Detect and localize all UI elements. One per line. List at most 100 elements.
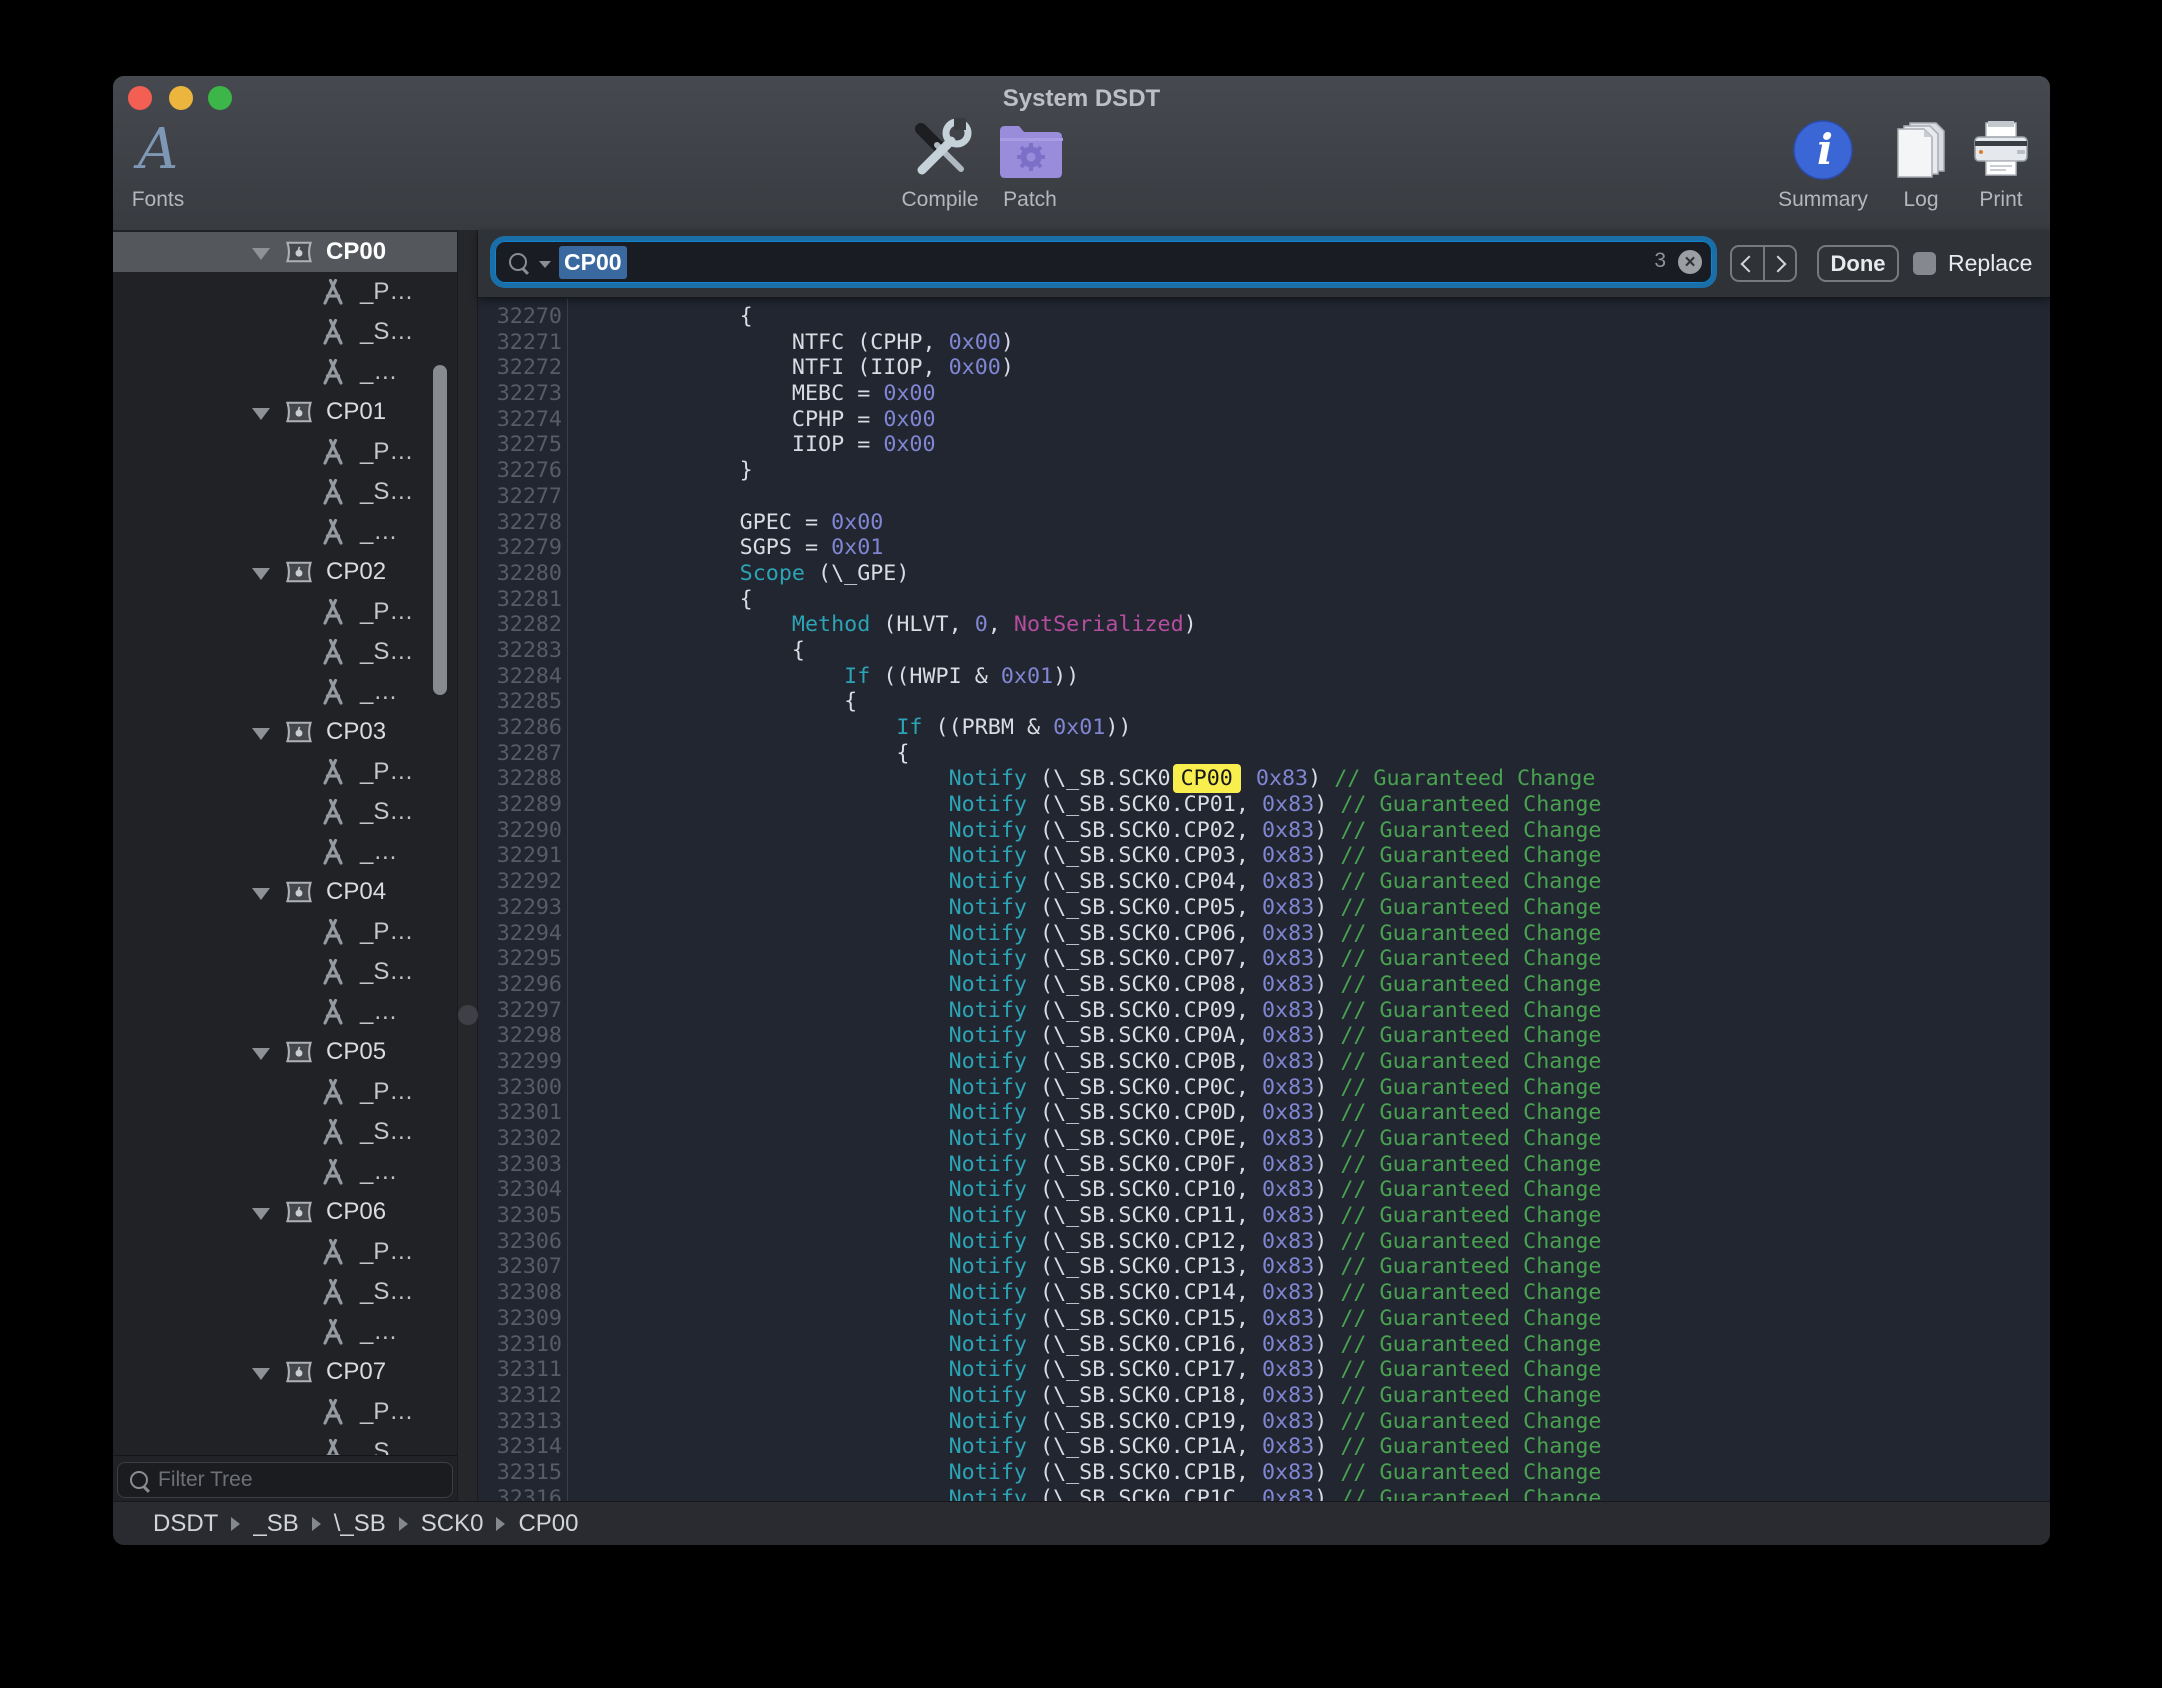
tree-child-item[interactable]: _S…	[113, 1112, 457, 1152]
tree-child-item[interactable]: _…	[113, 1152, 457, 1192]
breadcrumb-item[interactable]: _SB	[253, 1510, 298, 1538]
code-text: Notify (\_SB.SCK0.CP1A, 0x83) // Guarant…	[562, 1434, 1601, 1460]
line-number: 32292	[478, 869, 562, 895]
method-icon	[318, 477, 348, 507]
tree-item-label: _…	[360, 998, 397, 1026]
tree-child-item[interactable]: _…	[113, 512, 457, 552]
scope-icon	[284, 558, 314, 586]
code-line: 32280 Scope (\_GPE)	[478, 561, 2050, 587]
line-number: 32279	[478, 535, 562, 561]
sidebar-scrollbar[interactable]	[433, 365, 447, 695]
tree-item-CP04[interactable]: CP04	[113, 872, 457, 912]
tree-child-item[interactable]: _P…	[113, 592, 457, 632]
code-editor[interactable]: 32270 {32271 NTFC (CPHP, 0x00)32272 NTFI…	[478, 297, 2050, 1501]
method-icon	[318, 837, 348, 867]
breadcrumb-item[interactable]: DSDT	[153, 1510, 218, 1538]
tree-child-item[interactable]: _S…	[113, 792, 457, 832]
disclosure-triangle-icon[interactable]	[252, 568, 270, 580]
code-line: 32270 {	[478, 304, 2050, 330]
tree-child-item[interactable]: _P…	[113, 1392, 457, 1432]
code-text: Notify (\_SB.SCK0.CP0C, 0x83) // Guarant…	[562, 1075, 1601, 1101]
code-line: 32289 Notify (\_SB.SCK0.CP01, 0x83) // G…	[478, 792, 2050, 818]
tree-child-item[interactable]: _S…	[113, 312, 457, 352]
print-icon	[1936, 114, 2050, 186]
disclosure-triangle-icon[interactable]	[252, 888, 270, 900]
code-text: Notify (\_SB.SCK0.CP0B, 0x83) // Guarant…	[562, 1049, 1601, 1075]
line-number: 32297	[478, 998, 562, 1024]
disclosure-triangle-icon[interactable]	[252, 248, 270, 260]
code-line: 32284 If ((HWPI & 0x01))	[478, 664, 2050, 690]
disclosure-triangle-icon[interactable]	[252, 1368, 270, 1380]
tree-child-item[interactable]: _…	[113, 352, 457, 392]
editor-pane: CP00 3 × Done Replace 32270 {32271 NTFC …	[478, 230, 2050, 1501]
find-next-button[interactable]	[1765, 247, 1796, 280]
line-number: 32308	[478, 1280, 562, 1306]
toolbar-item-fonts[interactable]: A Fonts	[113, 114, 223, 212]
line-number: 32272	[478, 355, 562, 381]
code-text: Notify (\_SB.SCK0.CP07, 0x83) // Guarant…	[562, 946, 1601, 972]
filter-tree-input[interactable]: Filter Tree	[117, 1462, 453, 1498]
tree-item-label: _P…	[360, 278, 413, 306]
toolbar-item-print[interactable]: Print	[1936, 114, 2050, 212]
disclosure-triangle-icon[interactable]	[252, 728, 270, 740]
tree-child-item[interactable]: _…	[113, 1312, 457, 1352]
code-text: Notify (\_SB.SCK0.CP19, 0x83) // Guarant…	[562, 1409, 1601, 1435]
done-button[interactable]: Done	[1817, 245, 1899, 282]
tree-child-item[interactable]: _S…	[113, 952, 457, 992]
splitter-handle-icon[interactable]	[458, 1005, 478, 1025]
tree-child-item[interactable]: _S…	[113, 1272, 457, 1312]
tree-item-CP03[interactable]: CP03	[113, 712, 457, 752]
tree-item-CP02[interactable]: CP02	[113, 552, 457, 592]
breadcrumb-item[interactable]: SCK0	[421, 1510, 484, 1538]
tree-child-item[interactable]: _P…	[113, 432, 457, 472]
tree-item-CP07[interactable]: CP07	[113, 1352, 457, 1392]
tree-child-item[interactable]: _S…	[113, 1432, 457, 1455]
code-text: IIOP = 0x00	[562, 432, 936, 458]
find-input[interactable]: CP00 3 ×	[495, 241, 1712, 283]
tree-child-item[interactable]: _P…	[113, 752, 457, 792]
dsdt-tree[interactable]: CP00_P…_S…_…CP01_P…_S…_…CP02_P…_S…_…CP03…	[113, 230, 457, 1455]
line-number: 32278	[478, 510, 562, 536]
code-text: Notify (\_SB.SCK0.CP05, 0x83) // Guarant…	[562, 895, 1601, 921]
tree-item-CP06[interactable]: CP06	[113, 1192, 457, 1232]
code-text: {	[562, 304, 753, 330]
code-text: Notify (\_SB.SCK0.CP14, 0x83) // Guarant…	[562, 1280, 1601, 1306]
tree-child-item[interactable]: _P…	[113, 1072, 457, 1112]
disclosure-triangle-icon[interactable]	[252, 408, 270, 420]
pane-splitter[interactable]	[457, 230, 478, 1501]
line-number: 32301	[478, 1100, 562, 1126]
code-text: {	[562, 587, 753, 613]
code-line: 32288 Notify (\_SB.SCK0CP00 0x83) // Gua…	[478, 766, 2050, 792]
tree-child-item[interactable]: _…	[113, 672, 457, 712]
toolbar-item-patch[interactable]: Patch	[965, 114, 1095, 212]
tree-child-item[interactable]: _P…	[113, 1232, 457, 1272]
replace-label: Replace	[1948, 250, 2032, 277]
code-line: 32287 {	[478, 741, 2050, 767]
tree-child-item[interactable]: _S…	[113, 632, 457, 672]
clear-search-icon[interactable]: ×	[1678, 250, 1702, 274]
replace-checkbox[interactable]	[1913, 252, 1936, 275]
disclosure-triangle-icon[interactable]	[252, 1208, 270, 1220]
code-line: 32305 Notify (\_SB.SCK0.CP11, 0x83) // G…	[478, 1203, 2050, 1229]
tree-child-item[interactable]: _…	[113, 832, 457, 872]
tree-child-item[interactable]: _P…	[113, 272, 457, 312]
code-line: 32295 Notify (\_SB.SCK0.CP07, 0x83) // G…	[478, 946, 2050, 972]
tree-item-CP00[interactable]: CP00	[113, 232, 457, 272]
tree-item-label: _P…	[360, 438, 413, 466]
tree-child-item[interactable]: _S…	[113, 472, 457, 512]
code-line: 32290 Notify (\_SB.SCK0.CP02, 0x83) // G…	[478, 818, 2050, 844]
tree-item-CP01[interactable]: CP01	[113, 392, 457, 432]
code-line: 32310 Notify (\_SB.SCK0.CP16, 0x83) // G…	[478, 1332, 2050, 1358]
find-previous-button[interactable]	[1732, 247, 1765, 280]
tree-item-CP05[interactable]: CP05	[113, 1032, 457, 1072]
breadcrumb-item[interactable]: CP00	[518, 1510, 578, 1538]
disclosure-triangle-icon[interactable]	[252, 1048, 270, 1060]
line-number: 32285	[478, 689, 562, 715]
line-number: 32276	[478, 458, 562, 484]
breadcrumb-item[interactable]: \_SB	[334, 1510, 386, 1538]
code-line: 32282 Method (HLVT, 0, NotSerialized)	[478, 612, 2050, 638]
search-options-chevron-icon[interactable]	[539, 261, 551, 268]
tree-child-item[interactable]: _…	[113, 992, 457, 1032]
desktop: { "window": { "title": "System DSDT" }, …	[0, 0, 2162, 1688]
tree-child-item[interactable]: _P…	[113, 912, 457, 952]
